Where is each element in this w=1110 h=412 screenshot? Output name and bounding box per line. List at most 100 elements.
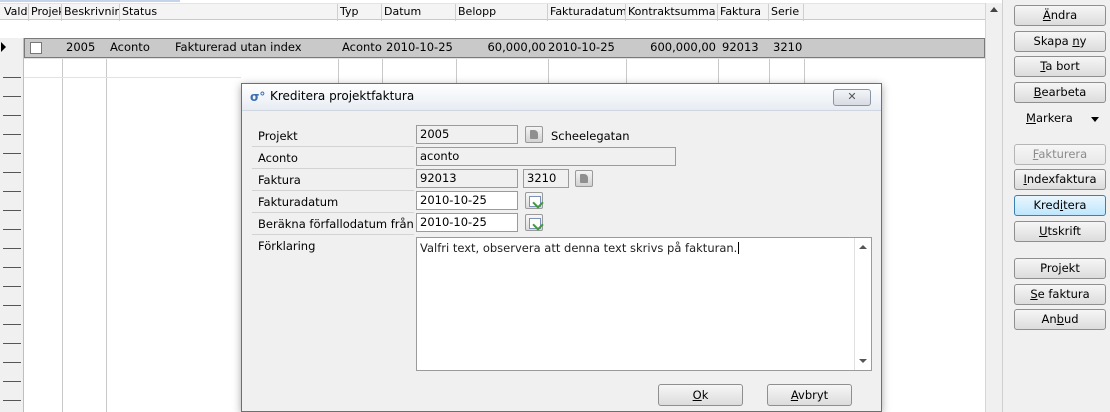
row-indicator-tick: [3, 381, 21, 382]
column-header-beskrivning[interactable]: Beskrivning: [62, 4, 120, 21]
column-header-typ[interactable]: Typ: [338, 4, 382, 21]
projekt-button[interactable]: Projekt: [1014, 258, 1106, 279]
textarea-scrollbar[interactable]: [854, 238, 871, 370]
andra-hotkey: Ä: [1042, 8, 1051, 22]
row-indicator-tick: [3, 77, 21, 78]
column-header-status[interactable]: Status: [120, 4, 338, 21]
projekt-label-pre: Pro: [1040, 261, 1059, 275]
dialog-titlebar[interactable]: σ° Kreditera projektfaktura ✕: [242, 84, 881, 111]
close-button[interactable]: ✕: [833, 89, 871, 106]
markera-dropdown-button[interactable]: Markera: [1014, 108, 1106, 129]
column-header-kontraktsumma[interactable]: Kontraktsumma: [626, 4, 718, 21]
row-indicator-tick: [3, 96, 21, 97]
indexfaktura-button[interactable]: Indexfaktura: [1014, 169, 1106, 190]
row-indicator-tick: [3, 191, 21, 192]
bearbeta-button[interactable]: Bearbeta: [1014, 82, 1106, 103]
row-indicator-tick: [3, 267, 21, 268]
row-indicator-tick: [3, 400, 21, 401]
row-indicator-tick: [3, 172, 21, 173]
row-indicator-tick: [3, 248, 21, 249]
fakturera-label-post: akturera: [1038, 147, 1088, 161]
ok-button[interactable]: Ok: [658, 384, 743, 406]
scroll-up-arrow-icon[interactable]: [990, 7, 998, 12]
forfallodatum-calendar-icon[interactable]: [525, 214, 543, 231]
row-select-checkbox[interactable]: [30, 42, 42, 54]
column-header-vald[interactable]: Vald: [0, 4, 29, 21]
column-header-faktura[interactable]: Faktura: [718, 4, 769, 21]
andra-button[interactable]: Ändra: [1014, 5, 1106, 26]
projekt-lookup-icon[interactable]: [525, 126, 543, 143]
indexfaktura-label-post: ndexfaktura: [1026, 172, 1097, 186]
row-divider: [24, 58, 985, 59]
row-indicator-tick: [3, 324, 21, 325]
kreditera-label-post: tera: [1063, 198, 1087, 212]
forklaring-textarea[interactable]: Valfri text, observera att denna text sk…: [416, 237, 872, 371]
column-divider: [456, 58, 457, 83]
projekt-label: Projekt: [258, 129, 298, 143]
kreditera-label-pre: Kred: [1033, 198, 1060, 212]
row-indicator-tick: [3, 153, 21, 154]
ta-bort-button[interactable]: Ta bort: [1014, 56, 1106, 77]
column-divider: [106, 58, 107, 412]
forfallodatum-label: Beräkna förfallodatum från: [258, 217, 414, 231]
row-indicator-tick: [3, 229, 21, 230]
anbud-button[interactable]: Anbud: [1014, 309, 1106, 330]
aconto-field[interactable]: aconto: [416, 147, 676, 166]
faktura-field[interactable]: 92013: [416, 169, 518, 188]
bearbeta-label-post: earbeta: [1041, 85, 1087, 99]
cell-status: Fakturerad utan index: [175, 40, 302, 54]
column-header-belopp[interactable]: Belopp: [456, 4, 548, 21]
column-divider: [338, 58, 339, 83]
text-cursor: [738, 242, 740, 254]
column-header-fakturadatum[interactable]: Fakturadatum: [548, 4, 626, 21]
row-indicator-tick: [3, 343, 21, 344]
table-row[interactable]: 2005 Aconto Fakturerad utan index Aconto…: [24, 38, 985, 58]
grid-vertical-scrollbar[interactable]: [985, 3, 1002, 412]
faktura-lookup-icon[interactable]: [575, 170, 593, 187]
skapa-ny-button[interactable]: Skapa ny: [1014, 31, 1106, 52]
column-header-projekt[interactable]: Projekt: [29, 4, 62, 21]
scroll-up-arrow-icon[interactable]: [859, 245, 867, 249]
column-divider: [804, 58, 805, 83]
andra-rest: ndra: [1050, 8, 1078, 22]
serie-field[interactable]: 3210: [523, 169, 569, 188]
column-divider: [626, 58, 627, 83]
faktura-label: Faktura: [258, 173, 301, 187]
scroll-down-arrow-icon[interactable]: [859, 359, 867, 363]
avbryt-button[interactable]: Avbryt: [767, 384, 852, 406]
column-header-serie[interactable]: Serie: [769, 4, 804, 21]
utskrift-button[interactable]: Utskrift: [1014, 221, 1106, 242]
avbryt-label-post: vbryt: [798, 388, 829, 402]
fakturadatum-field[interactable]: 2010-10-25: [416, 191, 518, 210]
anbud-label-pre: An: [1041, 312, 1057, 326]
avbryt-hotkey: A: [790, 388, 799, 402]
kreditera-button[interactable]: Kreditera: [1014, 195, 1106, 216]
cell-belopp: 60,000,00: [487, 40, 546, 54]
ok-label-post: k: [701, 388, 709, 402]
forfallodatum-field[interactable]: 2010-10-25: [416, 213, 518, 232]
top-accent-bar: [0, 0, 180, 2]
se-faktura-button[interactable]: Se faktura: [1014, 284, 1106, 305]
dialog-title: Kreditera projektfaktura: [270, 89, 415, 103]
cell-projekt: 2005: [66, 40, 96, 54]
field-divider: [252, 212, 414, 213]
field-divider: [252, 168, 414, 169]
fakturera-button[interactable]: Fakturera: [1014, 144, 1106, 165]
markera-label-post: arkera: [1035, 111, 1073, 125]
cell-kontraktsumma: 600,000,00: [650, 40, 716, 54]
column-divider: [769, 58, 770, 83]
forklaring-text: Valfri text, observera att denna text sk…: [420, 241, 740, 255]
projekt-field[interactable]: 2005: [416, 125, 518, 144]
close-icon: ✕: [847, 90, 857, 103]
column-divider: [548, 58, 549, 83]
row-indicator-tick: [3, 305, 21, 306]
cell-typ: Aconto: [342, 40, 382, 54]
current-row-arrow-icon: [1, 42, 6, 52]
column-divider: [382, 58, 383, 83]
projekt-name: Scheelegatan: [551, 129, 630, 143]
se-faktura-label-post: e faktura: [1037, 287, 1090, 301]
column-header-datum[interactable]: Datum: [382, 4, 456, 21]
fakturadatum-calendar-icon[interactable]: [525, 192, 543, 209]
se-faktura-hotkey: S: [1030, 287, 1038, 301]
column-divider: [718, 58, 719, 83]
